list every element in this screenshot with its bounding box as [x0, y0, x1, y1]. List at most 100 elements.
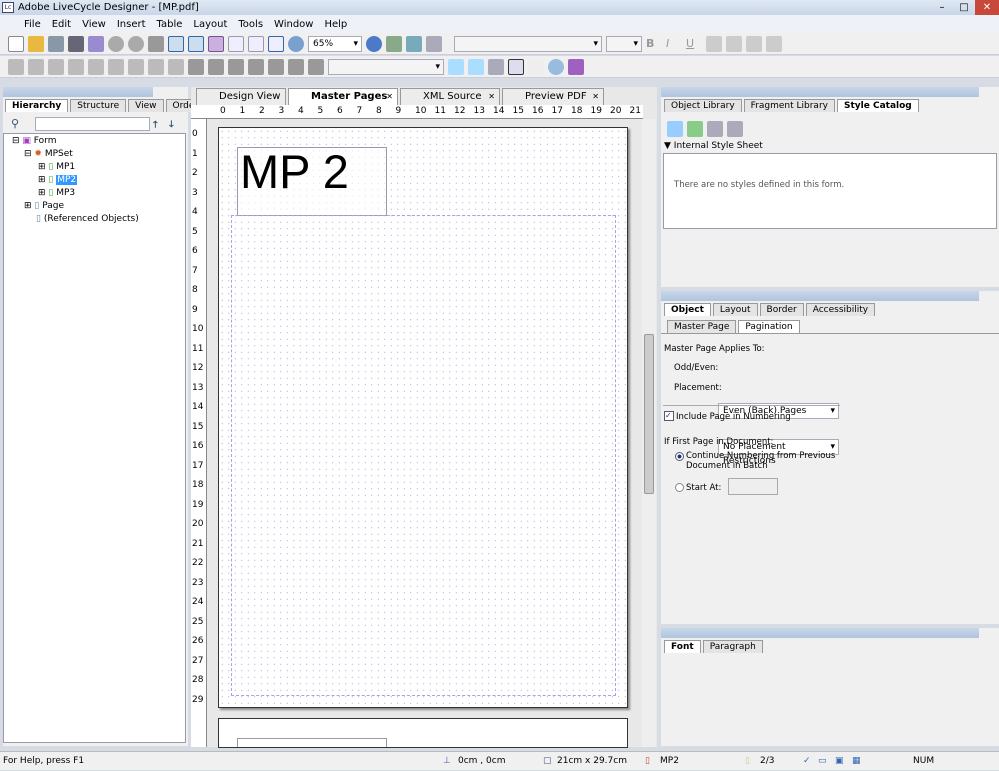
preview-icon[interactable] — [88, 35, 104, 52]
open-icon[interactable] — [28, 35, 44, 52]
bold-button[interactable]: B — [646, 37, 662, 50]
menu-tools[interactable]: Tools — [238, 19, 263, 30]
redo-icon[interactable] — [128, 35, 144, 52]
align-right-icon[interactable] — [746, 35, 762, 52]
search-input[interactable] — [35, 117, 150, 131]
close-button[interactable]: ✕ — [975, 0, 999, 15]
start-at-radio[interactable] — [675, 483, 684, 492]
grid-icon[interactable] — [168, 35, 184, 52]
find-icon[interactable] — [148, 35, 164, 52]
distribute-grid-icon[interactable] — [168, 58, 184, 75]
menu-insert[interactable]: Insert — [117, 19, 146, 30]
tab-hierarchy[interactable]: Hierarchy — [5, 99, 69, 112]
spell-check-icon[interactable] — [406, 35, 422, 52]
help-icon[interactable] — [386, 35, 402, 52]
align-rights-icon[interactable] — [28, 58, 44, 75]
send-back-icon[interactable] — [248, 58, 264, 75]
tree-item-mp1[interactable]: ⊞ ▯ MP1 — [38, 162, 75, 172]
tab-layout[interactable]: Layout — [712, 303, 758, 316]
subtab-master-page[interactable]: Master Page — [667, 320, 737, 333]
image-icon[interactable] — [426, 35, 442, 52]
justify-icon[interactable] — [766, 35, 782, 52]
tree-item-mpset[interactable]: ⊟ ✹ MPSet — [24, 149, 73, 159]
make-same-width-icon[interactable] — [268, 58, 284, 75]
menu-edit[interactable]: Edit — [52, 19, 71, 30]
minimize-button[interactable]: – — [931, 0, 953, 15]
distribute-across-icon[interactable] — [128, 58, 144, 75]
tab-object[interactable]: Object — [664, 303, 711, 316]
include-page-checkbox[interactable]: ✓ — [664, 411, 674, 421]
vertical-scrollbar[interactable] — [642, 119, 656, 747]
align-left-icon[interactable] — [706, 35, 722, 52]
underline-button[interactable]: U — [686, 37, 702, 50]
next-page-canvas[interactable] — [218, 718, 628, 748]
title-text-object[interactable]: MP 2 — [237, 147, 387, 216]
hand-tool-icon[interactable] — [528, 58, 544, 75]
select-tool-icon[interactable] — [508, 58, 524, 75]
export-icon[interactable] — [727, 121, 743, 137]
align-horizontal-center-icon[interactable] — [108, 58, 124, 75]
import-icon[interactable] — [707, 121, 723, 137]
content-area[interactable] — [231, 215, 616, 696]
tab-fragment-library[interactable]: Fragment Library — [743, 99, 835, 112]
menu-view[interactable]: View — [82, 19, 106, 30]
tab-order-icon[interactable] — [308, 58, 324, 75]
menu-file[interactable]: File — [24, 19, 41, 30]
zoom-in-icon[interactable] — [366, 35, 382, 52]
menu-table[interactable]: Table — [157, 19, 183, 30]
new-icon[interactable] — [8, 35, 24, 52]
tab-font[interactable]: Font — [664, 640, 701, 653]
fit-width-icon[interactable] — [268, 35, 284, 52]
fit-page-icon[interactable] — [248, 35, 264, 52]
tree-item-form[interactable]: ⊟ ▣ Form — [12, 136, 56, 146]
font-size-select[interactable] — [606, 35, 642, 52]
continue-numbering-radio[interactable] — [675, 452, 684, 461]
move-down-icon[interactable]: 🡓 — [169, 117, 174, 133]
tree-item-mp3[interactable]: ⊞ ▯ MP3 — [38, 188, 75, 198]
align-lefts-icon[interactable] — [8, 58, 24, 75]
tab-style-catalog[interactable]: Style Catalog — [836, 99, 919, 112]
align-center-icon[interactable] — [726, 35, 742, 52]
menu-window[interactable]: Window — [274, 19, 313, 30]
tab-xml-source[interactable]: XML Source ✕ — [400, 88, 500, 105]
group-icon[interactable] — [188, 58, 204, 75]
tab-object-library[interactable]: Object Library — [664, 99, 742, 112]
print-icon[interactable] — [68, 35, 84, 52]
zoom-out-icon[interactable] — [288, 35, 304, 52]
maximize-button[interactable]: □ — [953, 0, 975, 15]
undo-icon[interactable] — [108, 35, 124, 52]
font-name-select[interactable] — [454, 35, 602, 52]
scrollbar-thumb[interactable] — [644, 334, 654, 494]
move-up-icon[interactable]: 🡑 — [153, 117, 158, 133]
tree-item-page[interactable]: ⊞ ▯ Page — [24, 201, 64, 211]
distribute-down-icon[interactable] — [148, 58, 164, 75]
new-style-icon[interactable] — [448, 58, 464, 75]
tab-structure[interactable]: Structure — [70, 99, 127, 112]
tab-design-view[interactable]: Design View — [196, 88, 286, 105]
tab-accessibility[interactable]: Accessibility — [805, 303, 876, 316]
italic-button[interactable]: I — [666, 37, 682, 50]
menu-layout[interactable]: Layout — [193, 19, 227, 30]
menu-help[interactable]: Help — [324, 19, 347, 30]
zoom-tool-icon[interactable] — [548, 58, 564, 75]
align-tops-icon[interactable] — [48, 58, 64, 75]
tree-item-referenced-objects[interactable]: ▯ (Referenced Objects) — [36, 214, 139, 224]
internal-style-sheet-header[interactable]: ▼ Internal Style Sheet — [664, 141, 856, 151]
master-page-canvas[interactable]: MP 2 — [218, 127, 628, 708]
add-style-icon[interactable] — [687, 121, 703, 137]
export-style-icon[interactable] — [488, 58, 504, 75]
tab-view[interactable]: View — [128, 99, 164, 112]
ungroup-icon[interactable] — [208, 58, 224, 75]
align-bottoms-icon[interactable] — [68, 58, 84, 75]
snap-grid-icon[interactable] — [188, 35, 204, 52]
start-at-input[interactable] — [728, 478, 778, 495]
content-area-icon[interactable] — [208, 35, 224, 52]
save-icon[interactable] — [48, 35, 64, 52]
subtab-pagination[interactable]: Pagination — [738, 320, 800, 333]
tree-item-mp2[interactable]: ⊞ ▯ MP2 — [38, 175, 78, 185]
tab-preview-pdf[interactable]: Preview PDF ✕ — [502, 88, 604, 105]
apply-style-icon[interactable] — [468, 58, 484, 75]
make-same-height-icon[interactable] — [288, 58, 304, 75]
tab-paragraph[interactable]: Paragraph — [702, 640, 763, 653]
script-icon[interactable] — [568, 58, 584, 75]
